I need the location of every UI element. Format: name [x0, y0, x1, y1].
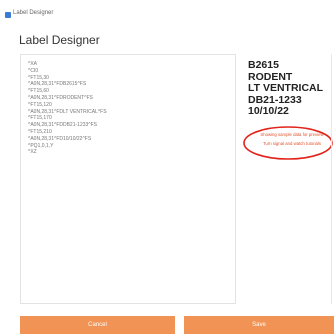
preview-divider: [331, 54, 332, 304]
code-line: ^FT15,60: [28, 88, 49, 95]
label-preview: B2615 RODENT LT VENTRICAL DB21-1233 10/10/22: [248, 59, 323, 118]
code-line: ^A0N,28,31^FDDB21-1233^FS: [28, 122, 98, 129]
save-button[interactable]: Save: [184, 316, 334, 334]
code-line: ^XA: [28, 61, 38, 67]
app-icon: [5, 12, 11, 18]
code-line: ^A0N,28,31^FDRODENT^FS: [28, 94, 93, 101]
zpl-code-editor[interactable]: ^XA ^CI0 ^FT15,30 ^A0N,28,31^FDB2615^FS ^FT1…: [20, 54, 236, 304]
code-line: ^FT15,120: [28, 101, 52, 108]
code-line: ^FT15,210: [28, 128, 52, 135]
code-line: ^FT15,170: [28, 115, 52, 122]
title-bar: Label Designer: [0, 0, 334, 22]
code-line: ^PQ1,0,1,Y: [28, 142, 54, 149]
code-line: ^A0N,28,31^FDB2615^FS: [28, 81, 87, 88]
preview-line: B2615: [248, 59, 279, 71]
cancel-button[interactable]: Cancel: [20, 316, 175, 334]
annotation-ellipse: [243, 126, 333, 160]
code-line: ^A0N,28,31^FD10/10/22^FS: [28, 135, 92, 142]
code-line: ^A0N,28,31^FDLT VENTRICAL^FS: [28, 108, 107, 115]
zpl-code-text[interactable]: ^XA ^CI0 ^FT15,30 ^A0N,28,31^FDB2615^FS ^FT1…: [28, 61, 107, 156]
preview-line: 10/10/22: [248, 105, 289, 118]
code-line: ^FT15,30: [28, 74, 49, 81]
code-line: ^XZ: [28, 149, 37, 156]
page-title: Label Designer: [19, 33, 100, 47]
code-line: ^CI0: [28, 67, 39, 74]
window-title: Label Designer: [13, 10, 54, 16]
